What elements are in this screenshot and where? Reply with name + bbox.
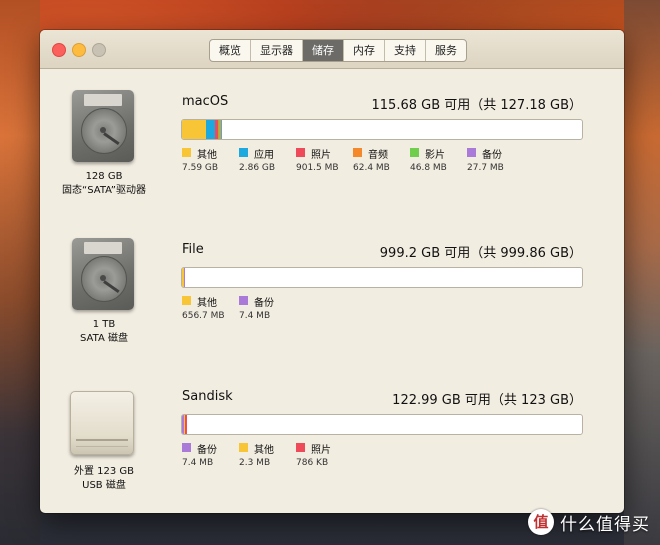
- legend-swatch: [410, 148, 419, 157]
- legend-size: 62.4 MB: [353, 163, 390, 173]
- legend-label: 照片: [311, 150, 331, 161]
- watermark-text: 什么值得买: [560, 514, 650, 535]
- hard-drive-icon: [68, 86, 138, 164]
- legend-size: 7.4 MB: [239, 311, 271, 321]
- legend-size: 901.5 MB: [296, 163, 339, 173]
- drive-capacity: 128 GB: [85, 171, 123, 182]
- usage-segment: [185, 415, 188, 434]
- legend-swatch: [353, 148, 362, 157]
- drive-type: 固态“SATA”驱动器: [62, 185, 146, 196]
- usb-drive-icon: [68, 381, 138, 459]
- legend-label: 备份: [197, 445, 217, 456]
- volume-free-space: 999.2 GB 可用（共 999.86 GB）: [379, 246, 582, 261]
- legend-swatch: [239, 443, 248, 452]
- legend-label: 其他: [197, 298, 217, 309]
- usage-bar: [181, 267, 583, 288]
- volume-free-space: 115.68 GB 可用（共 127.18 GB）: [371, 98, 583, 113]
- legend-label: 其他: [254, 445, 274, 456]
- legend-size: 27.7 MB: [467, 163, 504, 173]
- legend-label: 备份: [254, 298, 274, 309]
- legend-swatch: [239, 148, 248, 157]
- legend-size: 2.86 GB: [239, 163, 276, 173]
- legend-size: 7.59 GB: [182, 163, 219, 173]
- watermark-logo-icon: 值: [528, 509, 554, 535]
- legend-swatch: [182, 148, 191, 157]
- legend-size: 7.4 MB: [182, 458, 214, 468]
- drive-capacity: 1 TB: [92, 319, 116, 330]
- desktop-wallpaper-right: [624, 0, 660, 545]
- volume-name: Sandisk: [182, 389, 233, 404]
- tab-bar: 概览 显示器 储存 内存 支持 服务: [209, 39, 467, 62]
- usage-segment: [182, 120, 206, 139]
- drive-capacity: 外置 123 GB: [73, 466, 135, 477]
- volume-name: macOS: [182, 94, 229, 109]
- legend-swatch: [467, 148, 476, 157]
- about-this-mac-window: 概览 显示器 储存 内存 支持 服务 128 GB 固态“SATA”驱动器 ma…: [40, 30, 624, 513]
- usage-segment: [220, 120, 223, 139]
- tab-storage[interactable]: 储存: [303, 40, 344, 61]
- drive-type: USB 磁盘: [82, 480, 126, 491]
- legend-swatch: [182, 443, 191, 452]
- legend-swatch: [296, 148, 305, 157]
- desktop-wallpaper-left: [0, 0, 40, 545]
- drive-row-macos: 128 GB 固态“SATA”驱动器 macOS 115.68 GB 可用（共 …: [40, 82, 624, 227]
- tab-service[interactable]: 服务: [426, 40, 466, 61]
- hard-drive-icon: [68, 234, 138, 312]
- legend-size: 2.3 MB: [239, 458, 271, 468]
- watermark: 值 什么值得买: [528, 509, 650, 535]
- drive-row-file: 1 TB SATA 磁盘 File 999.2 GB 可用（共 999.86 G…: [40, 230, 624, 375]
- legend-swatch: [239, 296, 248, 305]
- legend-size: 46.8 MB: [410, 163, 447, 173]
- minimize-button[interactable]: [72, 43, 86, 57]
- legend-label: 应用: [254, 150, 274, 161]
- zoom-button[interactable]: [92, 43, 106, 57]
- legend-label: 其他: [197, 150, 217, 161]
- usage-bar: [181, 119, 583, 140]
- tab-memory[interactable]: 内存: [344, 40, 385, 61]
- legend-size: 656.7 MB: [182, 311, 225, 321]
- drive-caption: 1 TB SATA 磁盘: [40, 318, 168, 346]
- legend-label: 影片: [425, 150, 445, 161]
- tab-displays[interactable]: 显示器: [251, 40, 303, 61]
- volume-name: File: [182, 242, 204, 257]
- close-button[interactable]: [52, 43, 66, 57]
- usage-segment: [206, 120, 215, 139]
- drive-type: SATA 磁盘: [80, 333, 128, 344]
- tab-overview[interactable]: 概览: [210, 40, 251, 61]
- drive-row-sandisk: 外置 123 GB USB 磁盘 Sandisk 122.99 GB 可用（共 …: [40, 377, 624, 513]
- legend-size: 786 KB: [296, 458, 329, 468]
- legend-label: 备份: [482, 150, 502, 161]
- drive-caption: 128 GB 固态“SATA”驱动器: [40, 170, 168, 198]
- legend-label: 音频: [368, 150, 388, 161]
- usage-segment: [183, 268, 185, 287]
- legend-swatch: [296, 443, 305, 452]
- volume-free-space: 122.99 GB 可用（共 123 GB）: [392, 393, 582, 408]
- usage-bar: [181, 414, 583, 435]
- tab-support[interactable]: 支持: [385, 40, 426, 61]
- legend-label: 照片: [311, 445, 331, 456]
- legend-swatch: [182, 296, 191, 305]
- title-bar: 概览 显示器 储存 内存 支持 服务: [40, 30, 624, 69]
- drive-caption: 外置 123 GB USB 磁盘: [40, 465, 168, 493]
